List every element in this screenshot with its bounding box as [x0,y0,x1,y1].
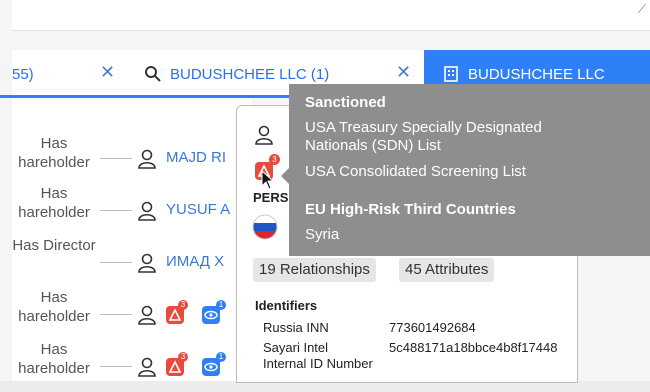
attributes-chip[interactable]: 45 Attributes [399,258,495,282]
identifier-value: 773601492684 [389,320,476,335]
expand-icon[interactable]: ⟋ [638,2,646,17]
mouse-cursor-icon [261,170,275,190]
connector-line [100,314,132,315]
alert-count: 3 [178,352,188,362]
relationship-type: Has hareholder [18,185,90,221]
russia-flag-icon [252,214,278,240]
list-item[interactable]: Has hareholder YUSUF A [12,184,252,236]
app-frame: ⟋ 55) ✕ BUDUSHCHEE LLC (1) ✕ BUDUSHCHEE … [0,0,650,383]
tooltip-section-title: EU High-Risk Third Countries [305,201,516,218]
connector-line [100,158,132,159]
person-icon [138,305,156,325]
person-icon [255,125,273,145]
identifier-key: Sayari Intel Internal ID Number [263,340,373,371]
entity-name[interactable]: ИМАД Х [166,253,224,270]
list-item[interactable]: Has hareholder 3 1 [12,288,252,340]
tooltip-item: USA Consolidated Screening List [305,163,526,180]
relationship-list: Has hareholder MAJD RI Has hareholder YU… [12,98,252,381]
close-icon[interactable]: ✕ [396,62,411,83]
tooltip-item: USA Treasury Specially Designated Nation… [305,119,542,154]
alert-count: 3 [178,300,188,310]
tooltip-section-title: Sanctioned [305,94,386,111]
entity-name[interactable]: YUSUF A [166,201,230,218]
list-item[interactable]: Has hareholder MAJD RI [12,132,252,184]
list-item[interactable]: Has hareholder 3 1 [12,340,252,392]
tooltip-arrow [281,168,289,184]
identifiers-title: Identifiers [255,298,318,313]
relationship-type: Has hareholder [18,341,90,377]
relationships-chip[interactable]: 19 Relationships [253,258,376,282]
list-item[interactable]: Has Director ИМАД Х [12,236,252,288]
sanctions-tooltip: Sanctioned USA Treasury Specially Design… [289,84,650,256]
identifier-key: Russia INN [263,320,329,335]
person-icon [138,357,156,377]
close-icon[interactable]: ✕ [100,62,115,83]
person-icon [138,253,156,273]
connector-line [100,210,132,211]
person-icon [138,149,156,169]
entity-name[interactable]: MAJD RI [166,149,226,166]
building-icon [444,66,458,82]
connector-line [100,366,132,367]
entity-type-label: PERS [253,190,289,205]
relationship-type: Has Director [12,237,96,254]
relationship-type: Has hareholder [18,289,90,325]
tab-label: BUDUSHCHEE LLC (1) [170,65,330,83]
relationship-type: Has hareholder [18,135,90,171]
tab-label: 55) [12,65,34,83]
alert-count: 3 [269,154,280,165]
top-strip: ⟋ [12,0,650,31]
watch-count: 1 [216,352,226,362]
search-icon [145,66,161,82]
tab-label: BUDUSHCHEE LLC [468,65,605,83]
connector-line [100,262,132,263]
tab-search-results[interactable]: 55) ✕ [12,50,130,98]
identifier-value: 5c488171a18bbce4b8f17448 [389,340,558,355]
tooltip-item: Syria [305,226,340,243]
person-icon [138,201,156,221]
watch-count: 1 [216,300,226,310]
